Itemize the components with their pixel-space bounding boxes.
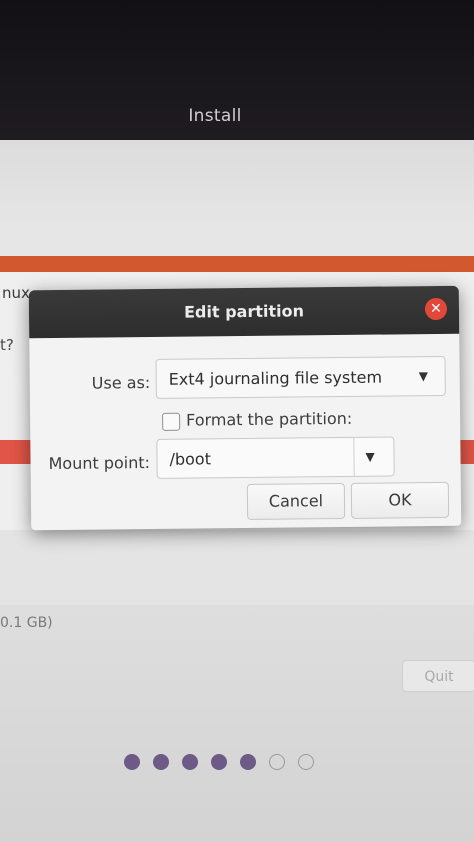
edit-partition-dialog: Edit partition ✕ Use as: Ext4 journaling… [28,285,462,531]
close-icon[interactable]: ✕ [424,297,448,321]
progress-dot [124,754,140,770]
progress-dot [153,754,169,770]
progress-dot [298,754,314,770]
device-panel [0,530,474,605]
use-as-label: Use as: [91,372,151,393]
combo-divider [353,437,355,476]
mount-point-combo[interactable]: /boot ▼ [156,436,395,479]
progress-dots [124,754,324,772]
chevron-down-icon: ▼ [418,369,428,384]
format-partition-label: Format the partition: [186,408,353,430]
progress-dot [182,754,198,770]
progress-dot [211,754,227,770]
installer-header [0,140,474,230]
window-title: Install [188,106,242,126]
mount-point-label: Mount point: [48,452,151,474]
cancel-button[interactable]: Cancel [246,482,346,520]
progress-dot [240,754,256,770]
format-partition-checkbox[interactable] [162,412,181,431]
partition-usage-bar [0,256,474,272]
ok-button[interactable]: OK [350,481,450,519]
question-text-partial: t? [0,336,14,354]
quit-button[interactable]: Quit [402,660,474,692]
mount-point-value[interactable]: /boot [169,449,211,468]
progress-dot [269,754,285,770]
use-as-dropdown[interactable]: Ext4 journaling file system ▼ [155,355,446,399]
partition-label-partial: nux [2,284,30,302]
device-size-partial: 0.1 GB) [0,615,53,631]
use-as-value: Ext4 journaling file system [168,367,383,389]
chevron-down-icon[interactable]: ▼ [365,450,374,464]
